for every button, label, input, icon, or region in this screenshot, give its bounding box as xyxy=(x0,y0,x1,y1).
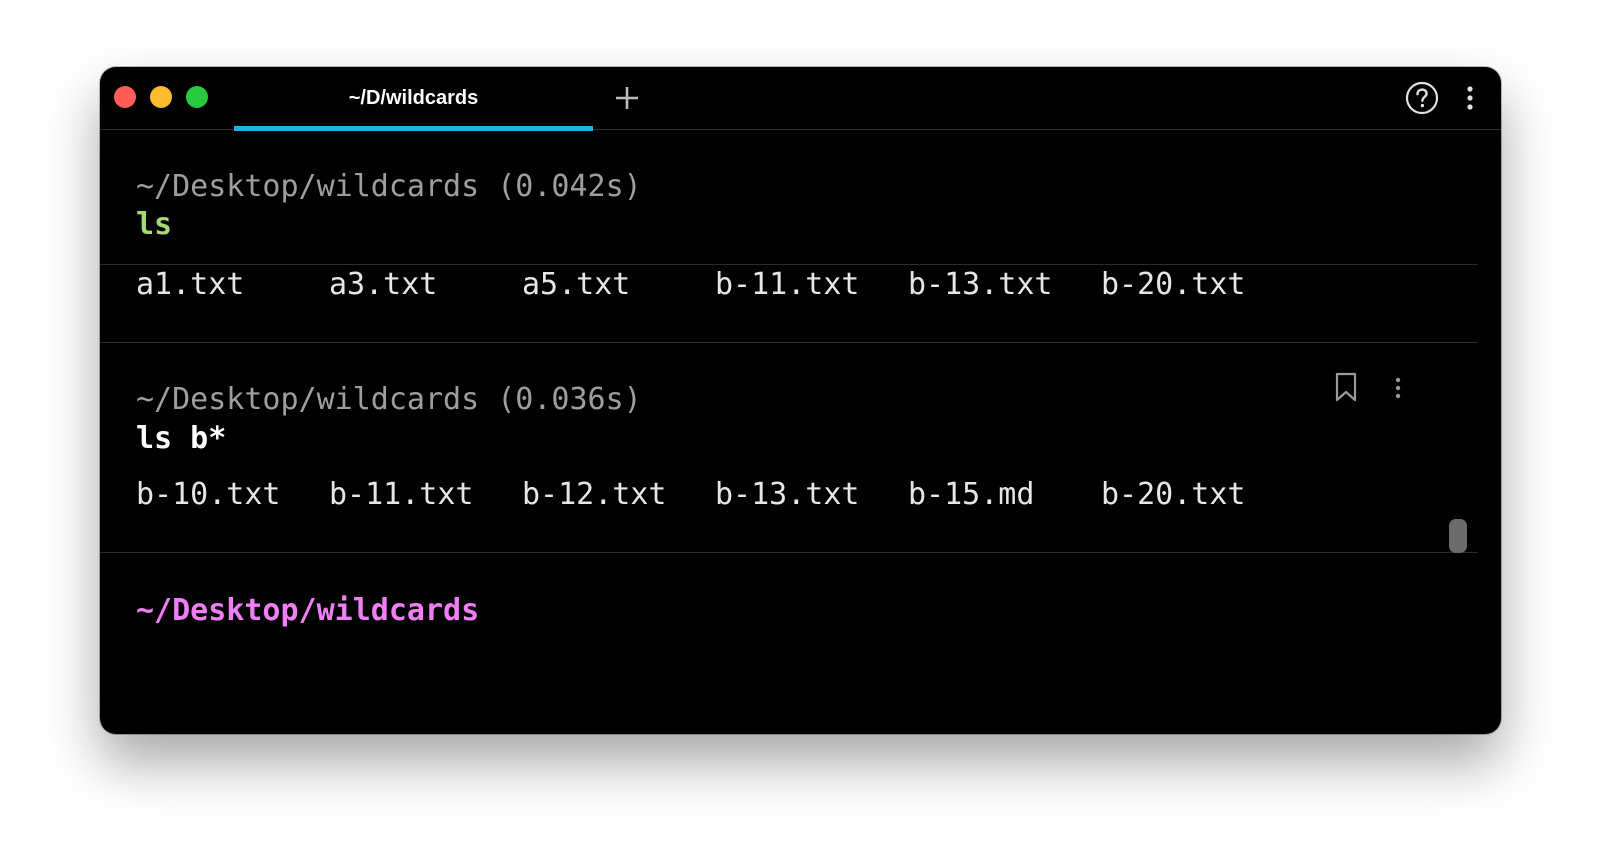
divider xyxy=(100,264,1478,265)
bookmark-icon xyxy=(1335,372,1357,402)
output-item: a3.txt xyxy=(329,267,438,302)
divider xyxy=(100,342,1478,343)
close-button[interactable] xyxy=(114,86,136,108)
output-item: b-13.txt xyxy=(908,267,1053,302)
zoom-button[interactable] xyxy=(186,86,208,108)
input-prompt[interactable]: ~/Desktop/wildcards xyxy=(136,592,479,630)
plus-icon xyxy=(616,87,638,109)
output-item: b-10.txt xyxy=(136,477,281,512)
output-item: b-20.txt xyxy=(1101,267,1246,302)
minimize-button[interactable] xyxy=(150,86,172,108)
help-button[interactable] xyxy=(1405,81,1439,115)
output-item: b-15.md xyxy=(908,477,1035,512)
bookmark-button[interactable] xyxy=(1334,372,1358,402)
block-prompt: ~/Desktop/wildcards (0.042s) xyxy=(136,169,642,204)
output-item: b-20.txt xyxy=(1101,477,1246,512)
output-item: a5.txt xyxy=(522,267,631,302)
question-circle-icon xyxy=(1405,81,1439,115)
vertical-dots-icon xyxy=(1395,377,1401,399)
scrollbar-thumb[interactable] xyxy=(1449,519,1467,553)
block-prompt: ~/Desktop/wildcards (0.036s) xyxy=(136,382,642,417)
terminal-window: ~/D/wildcards ~/Desktop/wildcards (0.042… xyxy=(100,67,1501,734)
output-item: b-11.txt xyxy=(715,267,860,302)
block-menu-button[interactable] xyxy=(1390,373,1406,403)
tab-title: ~/D/wildcards xyxy=(348,87,479,109)
title-bar: ~/D/wildcards xyxy=(100,67,1501,131)
divider xyxy=(100,552,1478,553)
new-tab-button[interactable] xyxy=(610,81,644,115)
output-item: b-12.txt xyxy=(522,477,667,512)
window-menu-button[interactable] xyxy=(1460,81,1480,115)
output-item: a1.txt xyxy=(136,267,245,302)
block-command: ls xyxy=(136,207,173,242)
tab-wildcards[interactable]: ~/D/wildcards xyxy=(234,67,593,131)
output-item: b-13.txt xyxy=(715,477,860,512)
output-item: b-11.txt xyxy=(329,477,474,512)
block-command: ls b* xyxy=(136,421,227,456)
vertical-dots-icon xyxy=(1467,86,1473,110)
active-tab-indicator xyxy=(234,126,593,131)
